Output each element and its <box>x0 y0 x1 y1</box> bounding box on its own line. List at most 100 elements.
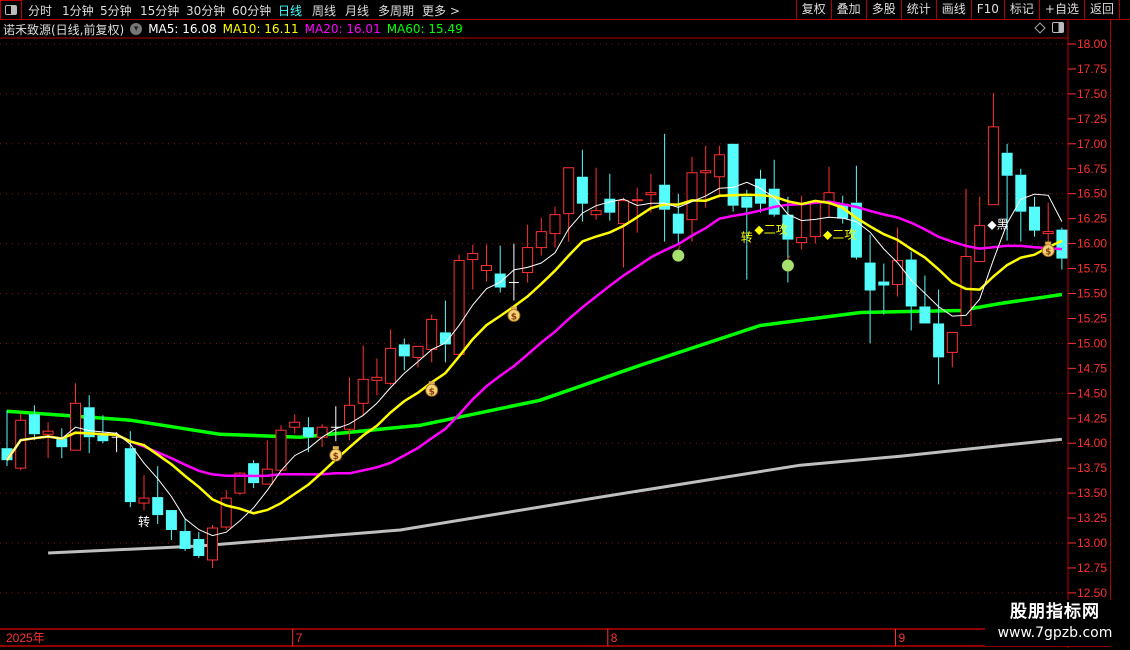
candle-body <box>220 497 232 528</box>
candle-body <box>179 531 191 549</box>
period-tab-15min[interactable]: 15分钟 <box>140 2 179 19</box>
candle <box>933 289 945 385</box>
period-tab-30min[interactable]: 30分钟 <box>186 2 225 19</box>
candle-body <box>864 262 876 291</box>
period-tab-60min[interactable]: 60分钟 <box>232 2 271 19</box>
candle-body <box>522 247 534 274</box>
diamond-icon[interactable] <box>1034 21 1046 34</box>
candle <box>864 234 876 344</box>
candle <box>165 510 177 541</box>
period-tab-weekly[interactable]: 周线 <box>312 2 336 19</box>
period-tab-monthly[interactable]: 月线 <box>345 2 369 19</box>
y-tick-label: 15.50 <box>1077 287 1107 301</box>
side-panel-strip[interactable] <box>1110 20 1130 630</box>
candle <box>289 414 301 434</box>
candle-body <box>42 430 54 435</box>
ma5-line <box>6 181 1063 537</box>
period-tab-fenshi[interactable]: 分时 <box>28 2 52 19</box>
overlay-button[interactable]: 叠加 <box>830 0 866 20</box>
period-tab-1min[interactable]: 1分钟 <box>62 2 94 19</box>
candle <box>439 300 451 363</box>
ma20-value: MA20: 16.01 <box>304 22 381 36</box>
add-watchlist-button[interactable]: +自选 <box>1038 0 1084 20</box>
candle-body <box>1056 229 1068 259</box>
signal-label: 转 <box>741 230 753 245</box>
multi-stock-button[interactable]: 多股 <box>865 0 901 20</box>
candle-body <box>426 318 438 350</box>
money-bag-symbol: $ <box>1045 248 1051 258</box>
y-tick-label: 14.50 <box>1077 386 1107 400</box>
y-tick-label: 15.00 <box>1077 336 1107 350</box>
candle <box>508 243 519 301</box>
candle <box>179 519 191 551</box>
candle-body <box>357 378 369 404</box>
candle-body <box>987 126 999 206</box>
restore-rights-button[interactable]: 复权 <box>795 0 831 20</box>
candle-body <box>289 421 301 428</box>
candle-body <box>535 231 547 249</box>
indicator-legend: 诺禾致源(日线,前复权) ▾ MA5: 16.08 MA10: 16.11 MA… <box>3 21 463 37</box>
candle <box>275 425 287 471</box>
chevron-down-icon[interactable]: ▾ <box>130 23 143 35</box>
watermark-url: www.7gpzb.com <box>997 625 1113 641</box>
candle <box>316 424 328 448</box>
candle-body <box>590 210 602 216</box>
candle <box>960 188 972 326</box>
candle <box>56 428 68 459</box>
apple-icon <box>781 255 794 272</box>
candle <box>248 460 260 489</box>
f10-button[interactable]: F10 <box>970 0 1004 20</box>
statistics-button[interactable]: 统计 <box>900 0 936 20</box>
candle-body <box>686 172 698 221</box>
candle <box>672 193 684 243</box>
candle-body <box>576 176 588 204</box>
y-tick-label: 12.50 <box>1077 586 1107 600</box>
candle <box>83 395 95 454</box>
candle-body <box>1029 206 1040 231</box>
period-tab-daily[interactable]: 日线 <box>278 2 302 19</box>
candle <box>987 92 999 206</box>
period-tab-5min[interactable]: 5分钟 <box>100 2 132 19</box>
panel-toggle-button[interactable] <box>0 0 22 20</box>
candle-body <box>316 426 328 438</box>
y-tick-label: 17.50 <box>1077 87 1107 101</box>
candle-body <box>672 213 684 234</box>
candle-body <box>398 344 410 357</box>
money-bag-neck <box>1045 241 1052 245</box>
mark-button[interactable]: 标记 <box>1003 0 1039 20</box>
candle-body <box>700 170 712 174</box>
candle-body <box>124 448 136 503</box>
candle <box>1029 196 1040 237</box>
candle <box>261 440 273 485</box>
candle-body <box>453 260 465 355</box>
candlestick-chart[interactable]: 18.00 17.75 17.50 17.25 17.00 16.75 16.50 16.25… <box>0 0 1130 650</box>
candle <box>494 245 506 293</box>
candle <box>302 417 314 453</box>
x-tick-label: 9 <box>899 631 906 645</box>
candle <box>467 244 479 290</box>
candle-body <box>1001 152 1013 176</box>
y-tick-label: 13.50 <box>1077 486 1107 500</box>
draw-line-button[interactable]: 画线 <box>935 0 971 20</box>
candle-body <box>549 214 561 235</box>
back-button[interactable]: 返回 <box>1083 0 1120 20</box>
y-tick-label: 14.75 <box>1077 361 1107 375</box>
candle <box>330 406 341 442</box>
stock-title: 诺禾致源(日线,前复权) <box>3 22 125 37</box>
candle <box>42 422 54 459</box>
candle-body <box>344 404 355 430</box>
period-tab-more[interactable]: 更多 > <box>422 2 460 19</box>
candle <box>522 224 534 283</box>
candle-body <box>275 429 287 471</box>
candle <box>631 187 643 233</box>
candle <box>453 254 465 355</box>
panel-icon[interactable] <box>1052 22 1064 33</box>
y-tick-label: 17.25 <box>1077 112 1107 126</box>
candle-body <box>302 427 314 438</box>
candle <box>809 200 821 244</box>
apple-icon <box>672 245 685 262</box>
candle-body <box>467 253 479 261</box>
ma10-line <box>5 193 1063 515</box>
period-tab-multi[interactable]: 多周期 <box>378 2 414 19</box>
signal-label: ◆二攻 <box>755 223 788 237</box>
